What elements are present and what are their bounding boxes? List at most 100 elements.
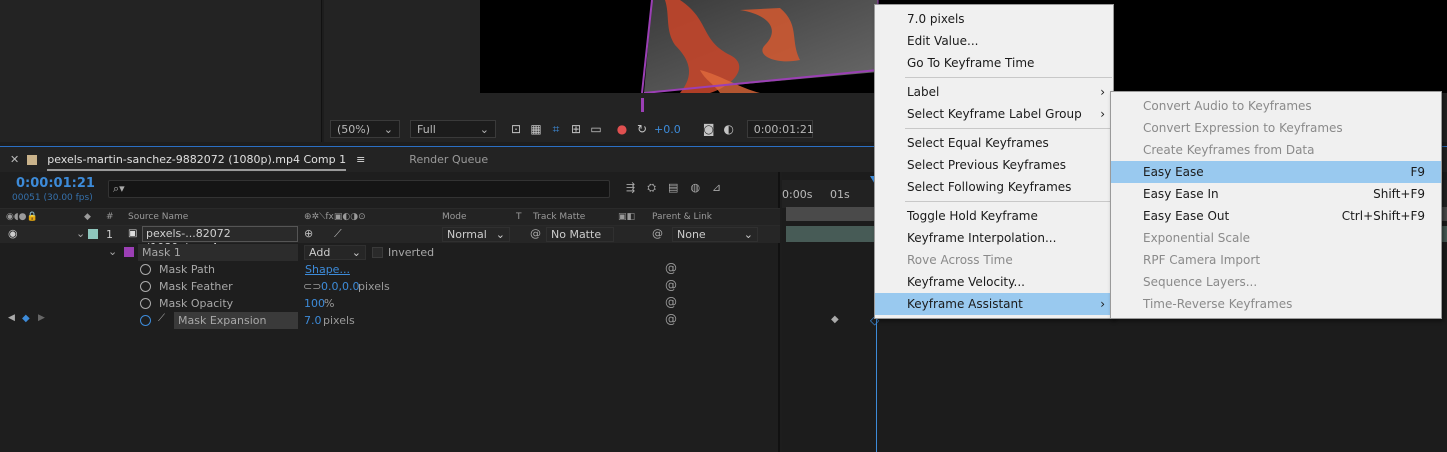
stopwatch-icon[interactable] <box>140 281 151 292</box>
inverted-checkbox[interactable] <box>372 247 383 258</box>
shy-switch-icon[interactable]: ⊕ <box>304 227 313 240</box>
keyframe-diamond[interactable]: ◆ <box>831 314 839 325</box>
comp-mini-flowchart-icon[interactable]: ⇶ <box>626 181 635 195</box>
submenu-item-easy-ease-out[interactable]: Easy Ease Out Ctrl+Shift+F9 <box>1111 205 1441 227</box>
stopwatch-active-icon[interactable] <box>140 315 151 326</box>
shy-layers-icon[interactable]: ⛭ <box>647 181 656 195</box>
chevron-down-icon[interactable]: ⌄ <box>76 227 85 240</box>
track-matte-header[interactable]: Track Matte <box>533 212 585 222</box>
quality-switch-icon[interactable]: ⟋ <box>334 227 342 241</box>
menu-item-velocity[interactable]: Keyframe Velocity... <box>875 271 1113 293</box>
expression-pickwhip-icon[interactable]: @ <box>665 261 677 275</box>
menu-item-value[interactable]: 7.0 pixels <box>875 8 1113 30</box>
menu-item-label: Create Keyframes from Data <box>1143 143 1315 157</box>
tab-render-queue[interactable]: Render Queue <box>409 153 488 166</box>
track-matte-dropdown[interactable]: No Matte <box>546 227 614 242</box>
project-panel <box>0 0 322 142</box>
reset-exposure-icon[interactable]: ↻ <box>634 121 650 137</box>
mask-name[interactable]: Mask 1 <box>142 246 181 259</box>
menu-item-select-equal[interactable]: Select Equal Keyframes <box>875 132 1113 154</box>
layer-name[interactable]: pexels-...82072 (1080p).mp4 <box>142 226 298 254</box>
menu-item-label: Easy Ease In <box>1143 187 1219 201</box>
layer-row[interactable]: ◉ ⌄ 1 ▣ pexels-...82072 (1080p).mp4 ⊕ ⟋ … <box>0 226 780 254</box>
mask-path-value[interactable]: Shape... <box>305 263 350 276</box>
magnification-dropdown[interactable]: (50%) ⌄ <box>330 120 400 138</box>
submenu-arrow-icon: › <box>1100 107 1105 121</box>
layer-label-swatch[interactable] <box>88 229 98 239</box>
graph-icon[interactable]: ⟋ <box>158 313 165 324</box>
lava-footage[interactable] <box>640 0 880 93</box>
mask-opacity-value[interactable]: 100 <box>304 297 325 310</box>
expression-pickwhip-icon[interactable]: @ <box>665 312 677 326</box>
mask-opacity-row[interactable]: Mask Opacity 100 % @ <box>0 295 780 312</box>
rgb-channels-icon[interactable]: ● <box>614 121 630 137</box>
ruler-label-1s: 01s <box>830 188 850 201</box>
mask-path-row[interactable]: Mask Path Shape... @ <box>0 261 780 278</box>
menu-item-go-to-keyframe-time[interactable]: Go To Keyframe Time <box>875 52 1113 74</box>
constrain-link-icon[interactable]: ⊂⊃ <box>303 280 321 293</box>
frame-blending-icon[interactable]: ▤ <box>668 181 678 195</box>
submenu-item-easy-ease-in[interactable]: Easy Ease In Shift+F9 <box>1111 183 1441 205</box>
mask-row[interactable]: ⌄ Mask 1 Add ⌄ Inverted <box>0 244 780 261</box>
menu-item-interpolation[interactable]: Keyframe Interpolation... <box>875 227 1113 249</box>
mask-mode-dropdown[interactable]: Add ⌄ <box>304 245 366 260</box>
panel-menu-icon[interactable]: ≡ <box>356 153 365 166</box>
expression-pickwhip-icon[interactable]: @ <box>665 295 677 309</box>
menu-item-label: Select Keyframe Label Group <box>907 107 1082 121</box>
submenu-item-easy-ease[interactable]: Easy Ease F9 <box>1111 161 1441 183</box>
mask-feather-value[interactable]: 0.0,0.0 <box>321 280 359 293</box>
submenu-item-time-reverse: Time-Reverse Keyframes <box>1111 293 1441 315</box>
menu-item-label: Keyframe Interpolation... <box>907 231 1057 245</box>
channel-icon[interactable]: ▭ <box>588 121 604 137</box>
chevron-down-icon[interactable]: ⌄ <box>108 245 117 258</box>
camera-snapshot-icon[interactable]: ◙ <box>701 121 717 137</box>
matte-pickwhip-icon[interactable]: @ <box>530 227 541 240</box>
menu-item-select-previous[interactable]: Select Previous Keyframes <box>875 154 1113 176</box>
mask-expansion-unit: pixels <box>323 314 355 327</box>
parent-pickwhip-icon[interactable]: @ <box>652 227 663 240</box>
stopwatch-icon[interactable] <box>140 298 151 309</box>
exposure-value[interactable]: +0.0 <box>654 123 681 136</box>
menu-item-toggle-hold[interactable]: Toggle Hold Keyframe <box>875 205 1113 227</box>
current-time-display[interactable]: 0:00:01:21 <box>16 176 95 191</box>
prev-keyframe-icon[interactable]: ◀ <box>8 313 15 323</box>
next-keyframe-icon[interactable]: ▶ <box>38 313 45 323</box>
region-of-interest-icon[interactable]: ⊡ <box>508 121 524 137</box>
mask-visibility-icon[interactable]: ⌗ <box>548 121 564 137</box>
menu-item-select-label-group[interactable]: Select Keyframe Label Group › <box>875 103 1113 125</box>
av-features-header-icon: ◉◖●🔒 <box>6 212 38 222</box>
menu-item-label: Keyframe Velocity... <box>907 275 1025 289</box>
mask-expansion-value[interactable]: 7.0 <box>304 314 322 327</box>
menu-item-keyframe-assistant[interactable]: Keyframe Assistant › <box>875 293 1113 315</box>
search-input[interactable]: ⌕▾ <box>108 180 610 198</box>
mask-feather-label: Mask Feather <box>159 280 233 293</box>
grid-guides-icon[interactable]: ⊞ <box>568 121 584 137</box>
mask-feather-row[interactable]: Mask Feather ⊂⊃ 0.0,0.0 pixels @ <box>0 278 780 295</box>
mask-expansion-row[interactable]: ◀ ◆ ▶ ⟋ Mask Expansion 7.0 pixels @ <box>0 312 780 329</box>
eye-icon[interactable]: ◉ <box>8 227 18 240</box>
menu-item-edit-value[interactable]: Edit Value... <box>875 30 1113 52</box>
expression-pickwhip-icon[interactable]: @ <box>665 278 677 292</box>
menu-shortcut: Shift+F9 <box>1373 187 1425 201</box>
submenu-arrow-icon: › <box>1100 297 1105 311</box>
mode-header[interactable]: Mode <box>442 212 467 222</box>
current-time-field[interactable]: 0:00:01:21 <box>746 120 814 138</box>
keyframe-toggle-icon[interactable]: ◆ <box>22 313 30 324</box>
motion-blur-icon[interactable]: ◍ <box>690 181 700 195</box>
source-name-header[interactable]: Source Name <box>128 212 188 222</box>
menu-item-label-submenu[interactable]: Label › <box>875 81 1113 103</box>
mask-handle[interactable] <box>641 98 644 112</box>
inverted-label: Inverted <box>388 246 435 259</box>
resolution-dropdown[interactable]: Full ⌄ <box>410 120 496 138</box>
mask-color-swatch[interactable] <box>124 247 134 257</box>
blend-mode-dropdown[interactable]: Normal ⌄ <box>442 227 510 242</box>
parent-dropdown[interactable]: None ⌄ <box>672 227 758 242</box>
parent-link-header[interactable]: Parent & Link <box>652 212 712 222</box>
close-icon[interactable]: ✕ <box>10 153 19 166</box>
tab-comp[interactable]: pexels-martin-sanchez-9882072 (1080p).mp… <box>47 148 347 171</box>
stopwatch-icon[interactable] <box>140 264 151 275</box>
show-snapshot-icon[interactable]: ◐ <box>721 121 737 137</box>
menu-item-select-following[interactable]: Select Following Keyframes <box>875 176 1113 198</box>
transparency-grid-icon[interactable]: ▦ <box>528 121 544 137</box>
graph-editor-icon[interactable]: ⊿ <box>712 181 721 195</box>
